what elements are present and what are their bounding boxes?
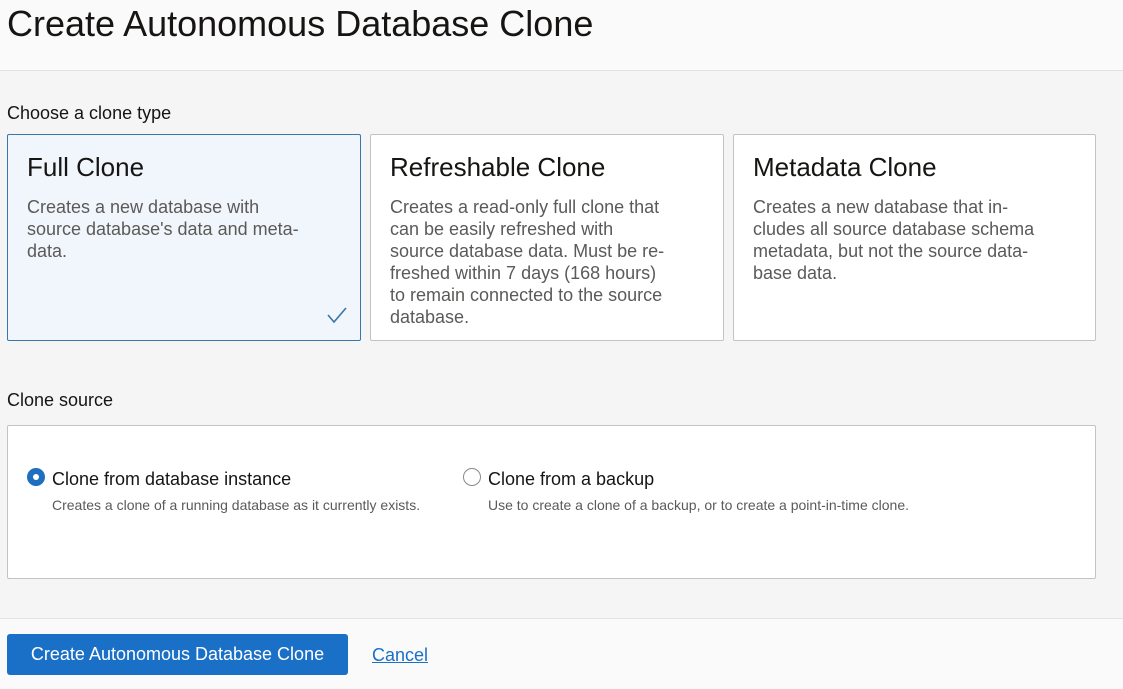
clone-type-card-metadata[interactable]: Metadata Clone Creates a new database th… xyxy=(733,134,1096,341)
card-description: Creates a read-only full clone that can … xyxy=(390,197,665,327)
page-title: Create Autonomous Database Clone xyxy=(7,3,594,44)
card-title: Full Clone xyxy=(27,152,145,182)
radio-label: Clone from database instance xyxy=(52,469,292,489)
radio-description: Use to create a clone of a backup, or to… xyxy=(488,497,910,513)
radio-description: Creates a clone of a running database as… xyxy=(52,497,421,513)
clone-source-label: Clone source xyxy=(7,390,114,410)
radio-button[interactable] xyxy=(463,468,481,486)
card-description: Creates a new database that in- cludes a… xyxy=(753,197,1035,283)
card-title: Metadata Clone xyxy=(753,152,937,182)
clone-type-card-refreshable[interactable]: Refreshable Clone Creates a read-only fu… xyxy=(370,134,724,341)
page-header: Create Autonomous Database Clone xyxy=(0,0,1123,71)
clone-type-label: Choose a clone type xyxy=(7,103,172,123)
card-description: Creates a new database with source datab… xyxy=(27,197,299,261)
card-title: Refreshable Clone xyxy=(390,152,606,182)
clone-source-panel: Clone from database instance Creates a c… xyxy=(7,425,1096,579)
radio-button-checked[interactable] xyxy=(27,468,45,486)
cancel-link[interactable]: Cancel xyxy=(372,644,428,666)
checkmark-icon xyxy=(327,307,347,324)
page-footer: Create Autonomous Database Clone Cancel xyxy=(0,618,1123,689)
clone-type-card-full[interactable]: Full Clone Creates a new database with s… xyxy=(7,134,361,341)
radio-label: Clone from a backup xyxy=(488,469,655,489)
create-clone-button[interactable]: Create Autonomous Database Clone xyxy=(7,634,348,675)
